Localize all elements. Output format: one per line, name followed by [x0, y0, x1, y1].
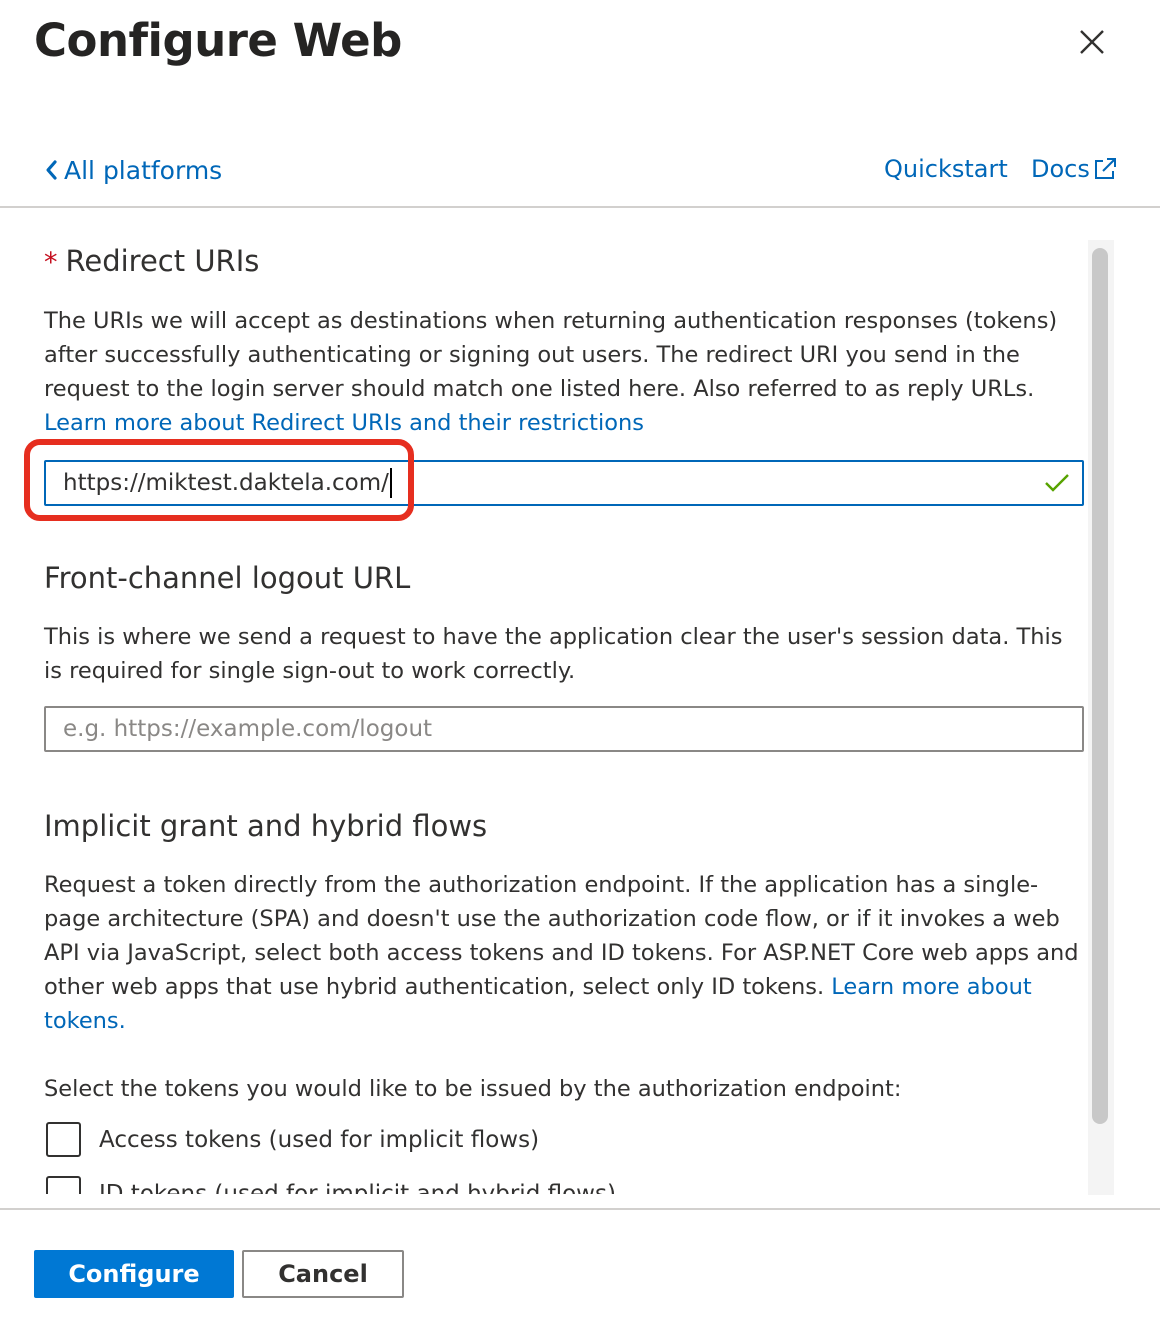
panel-title: Configure Web [34, 14, 402, 67]
redirect-uris-description: The URIs we will accept as destinations … [44, 304, 1084, 440]
configure-button[interactable]: Configure [34, 1250, 234, 1298]
close-icon [1080, 30, 1104, 54]
implicit-grant-heading: Implicit grant and hybrid flows [44, 809, 488, 843]
external-link-icon [1094, 158, 1116, 179]
access-tokens-label: Access tokens (used for implicit flows) [99, 1126, 540, 1153]
redirect-description-text: The URIs we will accept as destinations … [44, 308, 1058, 402]
docs-link[interactable]: Docs [1031, 155, 1118, 183]
quickstart-link[interactable]: Quickstart [884, 155, 1008, 183]
required-marker: * [44, 247, 58, 278]
footer-divider [0, 1208, 1160, 1210]
cancel-button[interactable]: Cancel [242, 1250, 404, 1298]
scroll-content: * Redirect URIs The URIs we will accept a… [0, 208, 1160, 1194]
logout-url-description: This is where we send a request to have … [44, 624, 1063, 684]
docs-label: Docs [1031, 155, 1090, 183]
all-platforms-label: All platforms [64, 155, 223, 185]
id-tokens-label: ID tokens (used for implicit and hybrid … [99, 1180, 616, 1195]
access-tokens-option[interactable]: Access tokens (used for implicit flows) [46, 1122, 539, 1157]
chevron-left-icon [46, 160, 57, 180]
logout-url-heading: Front-channel logout URL [44, 561, 411, 595]
id-tokens-checkbox[interactable] [46, 1176, 81, 1194]
valid-checkmark-icon [1045, 474, 1069, 492]
access-tokens-checkbox[interactable] [46, 1122, 81, 1157]
select-tokens-prompt: Select the tokens you would like to be i… [44, 1076, 902, 1102]
redirect-uris-heading-text: Redirect URIs [65, 244, 260, 278]
redirect-uris-heading: * Redirect URIs [44, 244, 259, 278]
implicit-grant-description: Request a token directly from the author… [44, 868, 1084, 1038]
all-platforms-link[interactable]: All platforms [42, 155, 222, 185]
close-button[interactable] [1068, 18, 1116, 66]
scrollbar-thumb[interactable] [1092, 248, 1108, 1124]
id-tokens-option[interactable]: ID tokens (used for implicit and hybrid … [46, 1176, 616, 1194]
logout-url-placeholder: e.g. https://example.com/logout [63, 716, 433, 742]
redirect-uris-learn-more-link[interactable]: Learn more about Redirect URIs and their… [44, 410, 644, 436]
annotation-highlight-box [24, 439, 414, 521]
logout-url-input[interactable]: e.g. https://example.com/logout [44, 706, 1084, 752]
